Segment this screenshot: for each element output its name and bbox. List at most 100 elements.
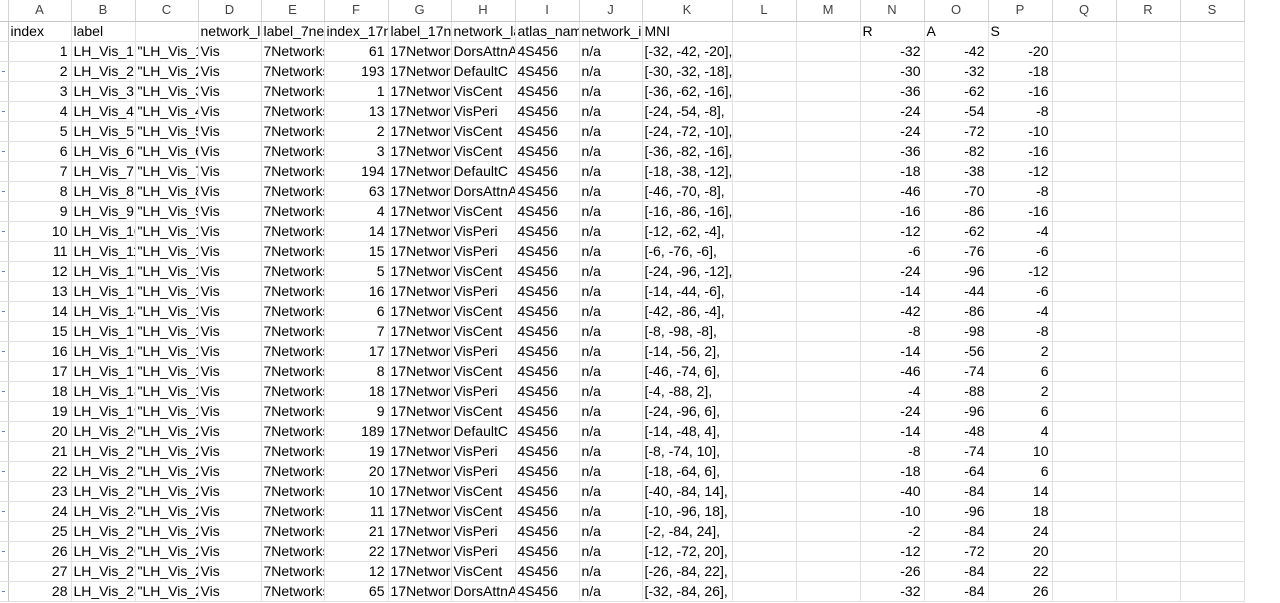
table-cell[interactable]: -10 xyxy=(988,121,1053,142)
table-cell[interactable] xyxy=(732,101,797,122)
table-cell[interactable] xyxy=(732,561,797,582)
table-cell[interactable]: Vis xyxy=(198,201,262,222)
table-cell[interactable]: 4S456 xyxy=(515,221,580,242)
row-header[interactable] xyxy=(0,161,9,182)
table-cell[interactable] xyxy=(1180,221,1245,242)
table-cell[interactable]: [-26, -84, 22], xyxy=(642,561,733,582)
table-cell[interactable]: LH_Vis_3 xyxy=(71,81,136,102)
table-cell[interactable]: -42 xyxy=(860,301,925,322)
table-cell[interactable]: 4S456 xyxy=(515,561,580,582)
table-cell[interactable]: 4S456 xyxy=(515,381,580,402)
column-header-h[interactable]: H xyxy=(451,0,516,22)
table-cell[interactable]: Vis xyxy=(198,361,262,382)
table-cell[interactable]: "LH_Vis_16" xyxy=(135,341,199,362)
table-cell[interactable] xyxy=(732,41,797,62)
table-cell[interactable] xyxy=(1180,201,1245,222)
table-cell[interactable]: 4S456 xyxy=(515,581,580,602)
table-cell[interactable]: VisPeri xyxy=(451,381,516,402)
table-cell[interactable] xyxy=(732,401,797,422)
select-all-corner[interactable] xyxy=(0,0,9,22)
table-cell[interactable]: Vis xyxy=(198,481,262,502)
table-cell[interactable]: 17Networks xyxy=(388,461,452,482)
table-cell[interactable]: 7Networks xyxy=(261,181,325,202)
table-cell[interactable]: n/a xyxy=(579,341,643,362)
table-cell[interactable]: -12 xyxy=(860,541,925,562)
table-cell[interactable]: 7Networks xyxy=(261,501,325,522)
table-cell[interactable]: Vis xyxy=(198,341,262,362)
header-cell[interactable] xyxy=(796,21,861,42)
table-cell[interactable]: Vis xyxy=(198,321,262,342)
table-cell[interactable] xyxy=(1052,201,1117,222)
table-cell[interactable]: VisCent xyxy=(451,361,516,382)
table-cell[interactable]: n/a xyxy=(579,61,643,82)
table-cell[interactable]: 7Networks xyxy=(261,121,325,142)
row-header[interactable] xyxy=(0,101,9,122)
table-cell[interactable]: 20 xyxy=(8,421,72,442)
table-cell[interactable] xyxy=(732,201,797,222)
table-cell[interactable]: [-16, -86, -16], xyxy=(642,201,733,222)
table-cell[interactable] xyxy=(1052,61,1117,82)
table-cell[interactable] xyxy=(732,501,797,522)
table-cell[interactable]: 2 xyxy=(324,121,389,142)
table-cell[interactable]: Vis xyxy=(198,101,262,122)
table-cell[interactable]: -6 xyxy=(988,241,1053,262)
header-cell[interactable]: label_7network xyxy=(261,21,325,42)
table-cell[interactable]: Vis xyxy=(198,181,262,202)
table-cell[interactable]: VisPeri xyxy=(451,101,516,122)
table-cell[interactable]: n/a xyxy=(579,141,643,162)
table-cell[interactable] xyxy=(1052,581,1117,602)
table-cell[interactable]: -32 xyxy=(924,61,989,82)
row-header[interactable] xyxy=(0,141,9,162)
table-cell[interactable]: 193 xyxy=(324,61,389,82)
header-cell[interactable]: network_label_17 xyxy=(451,21,516,42)
table-cell[interactable]: 3 xyxy=(324,141,389,162)
table-cell[interactable] xyxy=(796,521,861,542)
table-cell[interactable]: 4S456 xyxy=(515,281,580,302)
table-cell[interactable]: [-12, -72, 20], xyxy=(642,541,733,562)
table-cell[interactable]: n/a xyxy=(579,501,643,522)
table-cell[interactable]: n/a xyxy=(579,41,643,62)
table-cell[interactable] xyxy=(732,181,797,202)
table-cell[interactable] xyxy=(1052,521,1117,542)
column-header-e[interactable]: E xyxy=(261,0,325,22)
table-cell[interactable]: "LH_Vis_2" xyxy=(135,61,199,82)
table-cell[interactable]: VisCent xyxy=(451,561,516,582)
row-header[interactable] xyxy=(0,401,9,422)
table-cell[interactable]: "LH_Vis_21" xyxy=(135,441,199,462)
table-cell[interactable]: 7Networks xyxy=(261,521,325,542)
table-cell[interactable]: VisCent xyxy=(451,321,516,342)
row-header[interactable] xyxy=(0,581,9,602)
table-cell[interactable]: -44 xyxy=(924,281,989,302)
table-cell[interactable] xyxy=(732,81,797,102)
table-cell[interactable] xyxy=(1052,141,1117,162)
table-cell[interactable]: 17Networks xyxy=(388,361,452,382)
table-cell[interactable]: -20 xyxy=(988,41,1053,62)
table-cell[interactable]: LH_Vis_10 xyxy=(71,221,136,242)
table-cell[interactable]: Vis xyxy=(198,581,262,602)
spreadsheet-grid[interactable]: ABCDEFGHIJKLMNOPQRSindexlabelnetwork_lab… xyxy=(0,0,1280,603)
table-cell[interactable]: n/a xyxy=(579,281,643,302)
table-cell[interactable]: 63 xyxy=(324,181,389,202)
table-cell[interactable] xyxy=(1052,421,1117,442)
table-cell[interactable]: n/a xyxy=(579,121,643,142)
header-cell[interactable] xyxy=(732,21,797,42)
table-cell[interactable] xyxy=(1116,501,1181,522)
table-cell[interactable]: -70 xyxy=(924,181,989,202)
table-cell[interactable]: "LH_Vis_23" xyxy=(135,481,199,502)
column-header-r[interactable]: R xyxy=(1116,0,1181,22)
table-cell[interactable]: -40 xyxy=(860,481,925,502)
table-cell[interactable]: n/a xyxy=(579,201,643,222)
table-cell[interactable]: [-42, -86, -4], xyxy=(642,301,733,322)
table-cell[interactable]: 14 xyxy=(324,221,389,242)
table-cell[interactable]: 17Networks xyxy=(388,541,452,562)
table-cell[interactable] xyxy=(1052,541,1117,562)
table-cell[interactable]: 61 xyxy=(324,41,389,62)
table-cell[interactable]: -30 xyxy=(860,61,925,82)
table-cell[interactable]: -72 xyxy=(924,541,989,562)
table-cell[interactable]: Vis xyxy=(198,501,262,522)
table-cell[interactable]: VisCent xyxy=(451,401,516,422)
table-cell[interactable] xyxy=(1180,461,1245,482)
table-cell[interactable]: n/a xyxy=(579,301,643,322)
table-cell[interactable] xyxy=(1180,241,1245,262)
table-cell[interactable] xyxy=(1180,321,1245,342)
